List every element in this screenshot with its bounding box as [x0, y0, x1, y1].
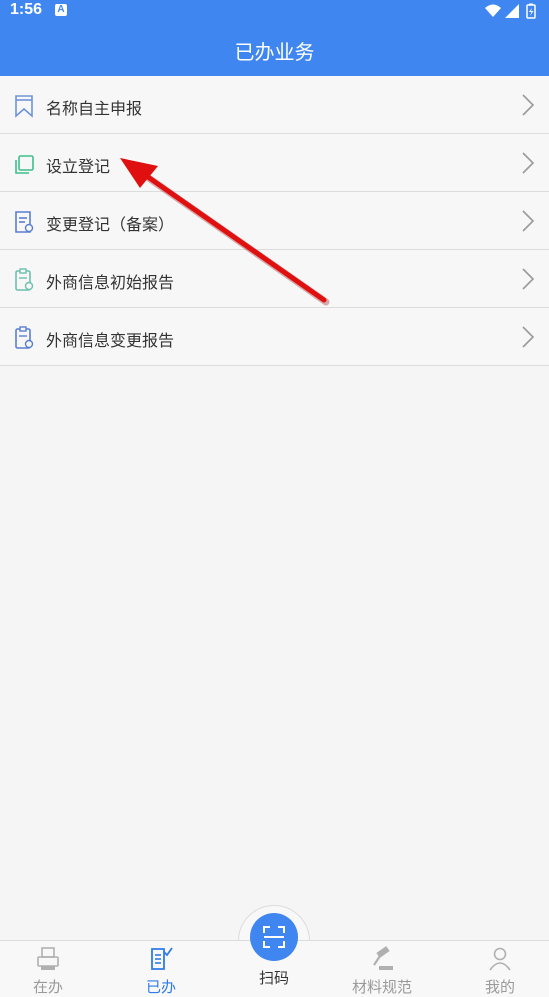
tab-me[interactable]: 我的 — [450, 941, 549, 997]
system-status-icons — [485, 3, 536, 19]
clipboard-refresh-icon — [15, 326, 34, 349]
tab-label: 我的 — [484, 978, 515, 996]
tab-done[interactable]: 已办 — [111, 941, 211, 997]
list-item-label: 外商信息变更报告 — [46, 331, 175, 350]
bookmark-icon — [15, 95, 33, 118]
app-header: 1:56 A 已办业务 — [0, 0, 549, 76]
chevron-right-icon — [522, 326, 535, 348]
list-item-label: 设立登记 — [46, 157, 111, 176]
document-check-icon — [151, 947, 173, 970]
chevron-right-icon — [522, 268, 535, 290]
tab-label: 在办 — [32, 978, 63, 996]
page-title: 已办业务 — [234, 40, 315, 64]
list-item-label: 名称自主申报 — [46, 99, 143, 118]
scan-icon — [263, 926, 285, 948]
chevron-right-icon — [522, 94, 535, 116]
tab-scan-label[interactable]: 扫码 — [224, 967, 324, 988]
signal-icon — [505, 4, 519, 18]
tab-label: 材料规范 — [351, 978, 412, 996]
list-item-name-declaration[interactable]: 名称自主申报 — [0, 76, 549, 134]
tab-in-progress[interactable]: 在办 — [0, 941, 98, 997]
document-edit-icon — [15, 211, 34, 233]
chevron-right-icon — [522, 152, 535, 174]
copy-square-icon — [15, 155, 34, 174]
scan-button[interactable] — [250, 913, 298, 961]
annotation-arrow — [120, 158, 330, 306]
tab-material-standards[interactable]: 材料规范 — [332, 941, 432, 997]
gavel-icon — [373, 946, 393, 970]
person-icon — [489, 947, 511, 971]
tab-label: 已办 — [145, 978, 176, 996]
printer-icon — [37, 947, 59, 970]
notification-a-icon: A — [55, 4, 67, 16]
status-bar: 1:56 A — [0, 0, 549, 22]
clipboard-plus-icon — [15, 268, 34, 291]
status-time: 1:56 — [10, 1, 43, 18]
chevron-right-icon — [522, 210, 535, 232]
wifi-icon — [485, 4, 501, 17]
